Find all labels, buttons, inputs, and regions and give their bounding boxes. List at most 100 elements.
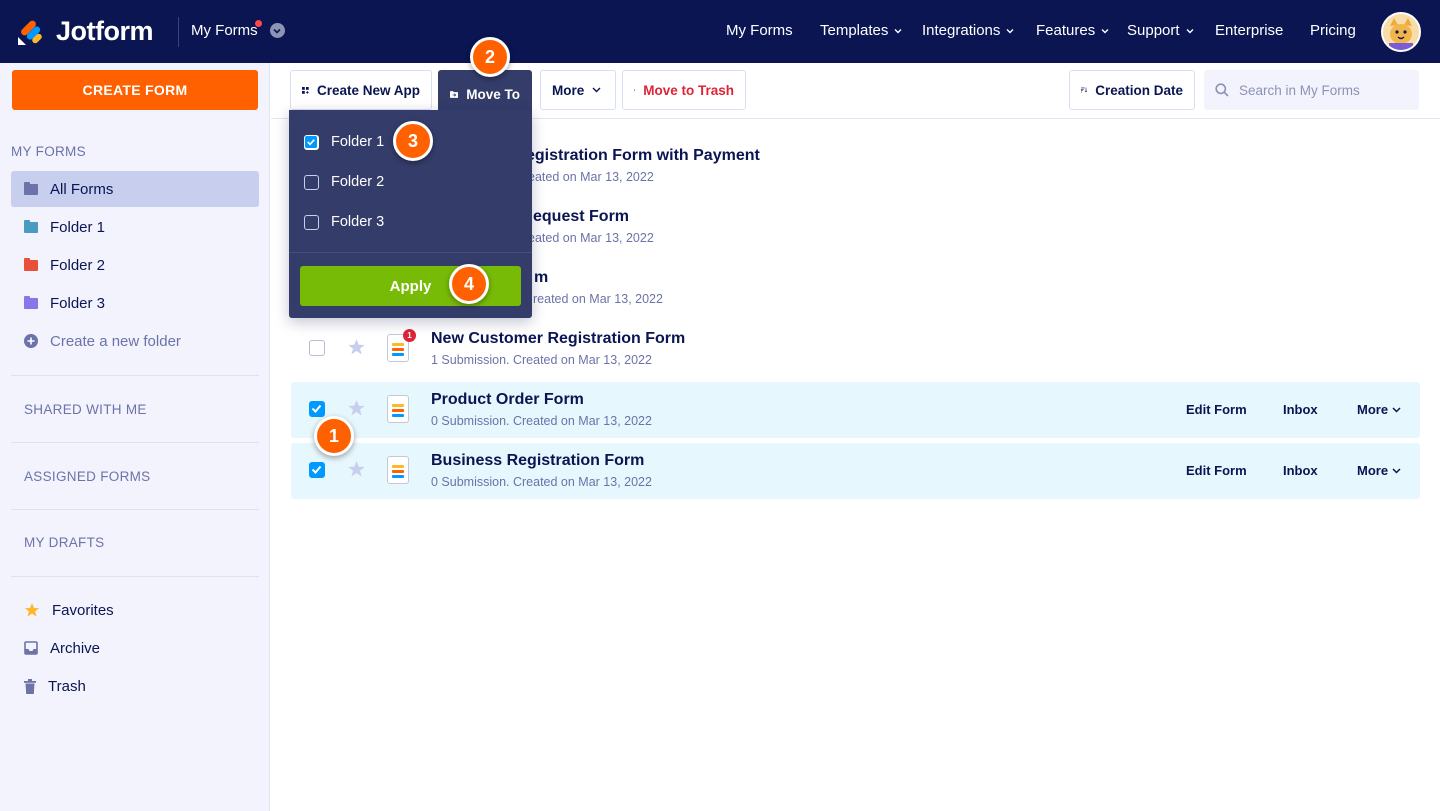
sort-button[interactable]: Creation Date bbox=[1069, 70, 1195, 110]
sidebar-item-label: Folder 3 bbox=[50, 294, 106, 312]
button-label: Move To bbox=[466, 87, 520, 102]
folder-option-1[interactable]: Folder 1 bbox=[304, 132, 384, 152]
row-checkbox[interactable] bbox=[309, 462, 325, 478]
trash-icon bbox=[634, 89, 636, 91]
form-title[interactable]: m bbox=[534, 269, 548, 287]
chevron-down-icon bbox=[1186, 28, 1194, 33]
button-label: Move to Trash bbox=[643, 82, 734, 98]
sidebar-item-all-forms[interactable]: All Forms bbox=[11, 171, 259, 207]
divider bbox=[11, 375, 259, 376]
create-form-button[interactable]: CREATE FORM bbox=[12, 70, 258, 110]
form-title[interactable]: Product Order Form bbox=[431, 391, 584, 409]
move-to-trash-button[interactable]: Move to Trash bbox=[622, 70, 746, 110]
folder-icon bbox=[24, 181, 38, 195]
folder-icon bbox=[24, 295, 38, 309]
row-more-button[interactable]: More bbox=[1357, 463, 1401, 478]
sidebar: CREATE FORM MY FORMS All Forms Folder 1 … bbox=[0, 63, 270, 811]
button-label: More bbox=[1357, 402, 1389, 417]
star-icon[interactable] bbox=[347, 338, 366, 356]
divider bbox=[11, 509, 259, 510]
button-label: More bbox=[1357, 463, 1389, 478]
row-checkbox[interactable] bbox=[309, 401, 325, 417]
nav-templates[interactable]: Templates bbox=[820, 22, 902, 39]
sidebar-item-label: Favorites bbox=[52, 601, 114, 619]
sidebar-item-label: Folder 1 bbox=[50, 218, 106, 236]
row-checkbox[interactable] bbox=[309, 340, 325, 356]
star-icon[interactable] bbox=[347, 460, 366, 478]
check-icon bbox=[311, 465, 322, 474]
search-input[interactable]: Search in My Forms bbox=[1204, 70, 1419, 110]
create-new-folder-button[interactable]: Create a new folder bbox=[11, 323, 259, 359]
nav-pricing[interactable]: Pricing bbox=[1310, 22, 1356, 39]
form-subtitle: 0 Submission. Created on Mar 13, 2022 bbox=[431, 475, 652, 489]
step-marker-1: 1 bbox=[314, 416, 354, 456]
nav-integrations[interactable]: Integrations bbox=[922, 22, 1014, 39]
nav-my-forms[interactable]: My Forms bbox=[726, 22, 793, 39]
sidebar-item-label: All Forms bbox=[50, 180, 114, 198]
my-drafts-link[interactable]: MY DRAFTS bbox=[24, 535, 104, 550]
chevron-down-icon bbox=[1101, 28, 1109, 33]
nav-enterprise[interactable]: Enterprise bbox=[1215, 22, 1283, 39]
submission-badge: 1 bbox=[403, 329, 416, 342]
sidebar-item-trash[interactable]: Trash bbox=[11, 668, 259, 704]
step-marker-2: 2 bbox=[470, 37, 510, 77]
shared-with-me-link[interactable]: SHARED WITH ME bbox=[24, 402, 147, 417]
form-icon bbox=[387, 395, 409, 423]
form-row-selected[interactable]: Business Registration Form 0 Submission.… bbox=[291, 443, 1420, 499]
user-avatar[interactable] bbox=[1381, 12, 1421, 52]
nav-link-label: Features bbox=[1036, 22, 1096, 39]
star-icon bbox=[24, 603, 40, 617]
top-navbar: Jotform My Forms My Forms Templates Inte… bbox=[0, 0, 1440, 63]
nav-support[interactable]: Support bbox=[1127, 22, 1194, 39]
step-marker-3: 3 bbox=[393, 121, 433, 161]
nav-link-label: Support bbox=[1127, 22, 1180, 39]
button-label: Creation Date bbox=[1095, 82, 1183, 98]
chevron-down-icon bbox=[592, 87, 601, 93]
folder-option-label: Folder 1 bbox=[331, 134, 385, 150]
sidebar-item-folder-3[interactable]: Folder 3 bbox=[11, 285, 259, 321]
form-title[interactable]: equest Form bbox=[533, 208, 629, 226]
form-icon: 1 bbox=[387, 329, 416, 362]
sidebar-item-label: Trash bbox=[48, 677, 86, 695]
more-button[interactable]: More bbox=[540, 70, 616, 110]
plus-circle-icon bbox=[24, 334, 38, 348]
form-subtitle: reated on Mar 13, 2022 bbox=[533, 292, 663, 306]
folder-option-2[interactable]: Folder 2 bbox=[304, 172, 384, 192]
chevron-down-icon bbox=[1392, 467, 1401, 474]
assigned-forms-link[interactable]: ASSIGNED FORMS bbox=[24, 469, 150, 484]
search-placeholder: Search in My Forms bbox=[1239, 82, 1360, 98]
sidebar-item-folder-2[interactable]: Folder 2 bbox=[11, 247, 259, 283]
trash-icon bbox=[24, 678, 36, 694]
form-row-selected[interactable]: Product Order Form 0 Submission. Created… bbox=[291, 382, 1420, 438]
edit-form-button[interactable]: Edit Form bbox=[1186, 463, 1247, 478]
create-new-app-button[interactable]: Create New App bbox=[290, 70, 432, 110]
form-title[interactable]: egistration Form with Payment bbox=[526, 147, 760, 165]
sidebar-item-archive[interactable]: Archive bbox=[11, 630, 259, 666]
chevron-down-icon bbox=[1392, 406, 1401, 413]
row-more-button[interactable]: More bbox=[1357, 402, 1401, 417]
sidebar-item-favorites[interactable]: Favorites bbox=[11, 592, 259, 628]
form-title[interactable]: Business Registration Form bbox=[431, 452, 644, 470]
divider bbox=[289, 252, 532, 253]
folder-checkbox[interactable] bbox=[304, 174, 319, 190]
nav-link-label: Pricing bbox=[1310, 22, 1356, 39]
star-icon[interactable] bbox=[347, 399, 366, 417]
folder-icon bbox=[24, 257, 38, 271]
form-row[interactable]: 1 New Customer Registration Form 1 Submi… bbox=[291, 321, 1420, 377]
nav-link-label: My Forms bbox=[726, 22, 793, 39]
chevron-down-icon bbox=[894, 28, 902, 33]
folder-option-3[interactable]: Folder 3 bbox=[304, 212, 384, 232]
form-title[interactable]: New Customer Registration Form bbox=[431, 330, 685, 348]
inbox-button[interactable]: Inbox bbox=[1283, 463, 1318, 478]
folder-checkbox[interactable] bbox=[304, 214, 319, 230]
inbox-button[interactable]: Inbox bbox=[1283, 402, 1318, 417]
folder-checkbox[interactable] bbox=[304, 134, 319, 150]
folder-option-label: Folder 2 bbox=[331, 174, 385, 190]
check-icon bbox=[305, 135, 317, 148]
nav-features[interactable]: Features bbox=[1036, 22, 1109, 39]
nav-link-label: Templates bbox=[820, 22, 889, 39]
form-subtitle: 1 Submission. Created on Mar 13, 2022 bbox=[431, 353, 652, 367]
edit-form-button[interactable]: Edit Form bbox=[1186, 402, 1247, 417]
nav-link-label: Enterprise bbox=[1215, 22, 1284, 39]
sidebar-item-folder-1[interactable]: Folder 1 bbox=[11, 209, 259, 245]
